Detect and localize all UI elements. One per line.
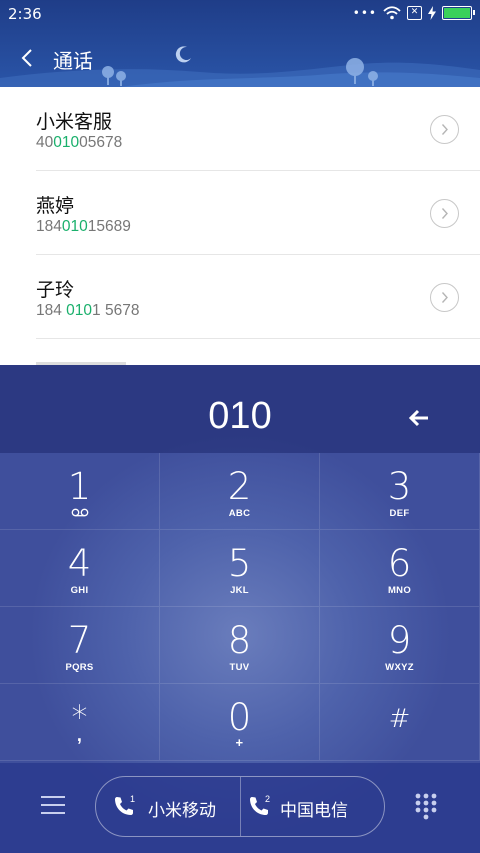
moon-icon [175, 46, 191, 63]
key-letters: ABC [228, 508, 251, 519]
menu-icon [41, 796, 65, 798]
dialpad-toggle-button[interactable] [414, 792, 438, 820]
key-7[interactable]: 7 PQRS [0, 607, 160, 684]
key-2[interactable]: 2 ABC [160, 453, 320, 530]
key-digit: # [388, 704, 411, 734]
status-bar: 2:36 ••• ✕ [0, 0, 480, 28]
key-letters: + [235, 735, 244, 750]
contact-detail-button[interactable] [430, 115, 459, 144]
status-icons: ••• ✕ [352, 6, 475, 20]
contact-row[interactable]: 燕婷 18401015689 [0, 171, 480, 255]
chevron-right-icon [441, 124, 448, 135]
status-time: 2:36 [8, 5, 42, 23]
key-digit: 6 [387, 542, 412, 585]
number-match: 010 [53, 134, 80, 151]
back-arrow-icon [21, 49, 32, 67]
sim-icon: ✕ [407, 6, 422, 20]
number-match: 010 [61, 218, 88, 235]
chevron-right-icon [441, 208, 448, 219]
key-3[interactable]: 3 DEF [320, 453, 480, 530]
contact-row[interactable]: 子玲 184 0101 5678 [0, 255, 480, 339]
key-letters: MNO [387, 585, 412, 596]
back-button[interactable] [14, 44, 42, 72]
key-letters: DEF [389, 508, 410, 519]
contact-detail-button[interactable] [430, 283, 459, 312]
wifi-icon [383, 6, 401, 20]
key-letters: TUV [229, 662, 250, 673]
sim-slot-number: 2 [265, 794, 270, 804]
dialer-bottom-bar: 1 小米移动 2 中国电信 [0, 763, 480, 853]
key-letters: WXYZ [385, 662, 414, 673]
dial-display: 010 [0, 365, 480, 453]
number-match: 010 [66, 302, 93, 319]
key-9[interactable]: 9 WXYZ [320, 607, 480, 684]
key-hash[interactable]: # [320, 684, 480, 761]
key-digit: 3 [387, 465, 412, 508]
contact-row[interactable]: 小米客服 4001005678 [0, 87, 480, 171]
key-digit: 5 [227, 542, 252, 585]
key-8[interactable]: 8 TUV [160, 607, 320, 684]
key-4[interactable]: 4 GHI [0, 530, 160, 607]
key-0[interactable]: 0 + [160, 684, 320, 761]
contact-name: 子玲 [36, 279, 75, 301]
key-digit: 8 [227, 619, 252, 662]
dialer-panel: 010 1 2 ABC 3 DEF 4 GHI 5 JKL 6 MNO 7 PQ… [0, 365, 480, 853]
call-sim1-button[interactable]: 1 小米移动 [96, 777, 240, 838]
key-digit: 0 [227, 696, 252, 739]
backspace-icon [408, 409, 428, 427]
contact-suggestion-list: 小米客服 4001005678 燕婷 18401015689 子玲 184 01… [0, 87, 480, 365]
notification-dots: ••• [352, 6, 377, 20]
key-digit: 1 [67, 465, 92, 508]
keypad: 1 2 ABC 3 DEF 4 GHI 5 JKL 6 MNO 7 PQRS 8… [0, 453, 480, 763]
key-letters: PQRS [65, 662, 94, 673]
key-5[interactable]: 5 JKL [160, 530, 320, 607]
sim1-label: 小米移动 [148, 801, 216, 821]
page-title: 通话 [53, 49, 93, 73]
key-1[interactable]: 1 [0, 453, 160, 530]
charging-icon [428, 6, 436, 20]
battery-level [444, 8, 470, 18]
contact-number: 4001005678 [36, 134, 123, 151]
divider [36, 338, 480, 339]
key-6[interactable]: 6 MNO [320, 530, 480, 607]
phone-icon: 2 [250, 794, 270, 815]
chevron-right-icon [441, 292, 448, 303]
battery-icon [442, 6, 475, 20]
contact-name: 燕婷 [36, 195, 75, 217]
menu-button[interactable] [41, 796, 65, 816]
sim-slot-number: 1 [130, 794, 135, 804]
sim2-label: 中国电信 [280, 801, 348, 821]
key-digit: 2 [227, 465, 252, 508]
key-digit: 4 [67, 542, 92, 585]
contact-number: 18401015689 [36, 218, 131, 235]
key-star[interactable]: * , [0, 684, 160, 761]
key-letters: JKL [230, 585, 249, 596]
dialpad-icon [415, 793, 437, 820]
contact-name: 小米客服 [36, 111, 113, 133]
call-sim2-button[interactable]: 2 中国电信 [241, 777, 385, 838]
phone-icon: 1 [115, 794, 135, 815]
key-digit: 7 [67, 619, 92, 662]
backspace-button[interactable] [403, 405, 435, 431]
contact-detail-button[interactable] [430, 199, 459, 228]
app-header: 2:36 ••• ✕ 通话 [0, 0, 480, 87]
key-letters: GHI [70, 585, 89, 596]
key-digit: 9 [387, 619, 412, 662]
dual-sim-call-buttons: 1 小米移动 2 中国电信 [95, 776, 385, 837]
key-letters: , [76, 725, 83, 745]
voicemail-icon [71, 508, 88, 517]
contact-number: 184 0101 5678 [36, 302, 140, 319]
